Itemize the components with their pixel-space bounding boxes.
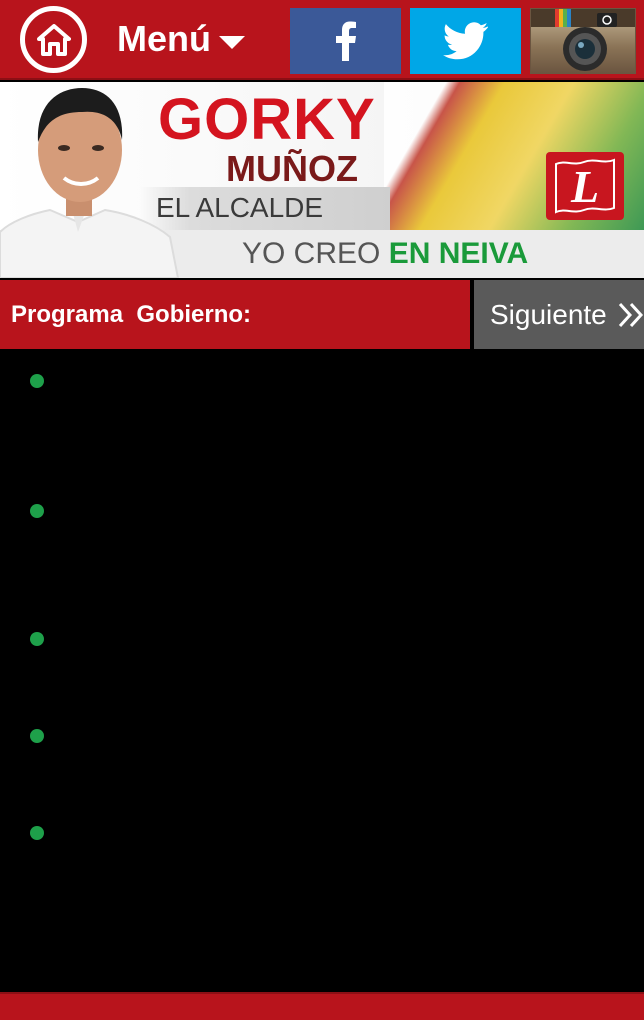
campaign-slogan: YO CREO EN NEIVA [242,237,528,271]
section-title: Programa Gobierno: [0,280,470,349]
menu-label: Menú [117,18,211,59]
home-icon [36,23,71,56]
campaign-banner: GORKY MUÑOZ EL ALCALDE YO CREO EN NEIVA … [0,82,644,278]
list-item-bullet [30,729,44,743]
section-header: Programa Gobierno: Siguiente [0,280,644,349]
twitter-icon [442,22,488,60]
instagram-button[interactable] [530,8,636,74]
caret-down-icon [219,35,245,49]
candidate-first-name: GORKY [158,87,376,152]
twitter-button[interactable] [410,8,521,74]
instagram-icon [531,9,635,71]
next-label: Siguiente [490,298,607,330]
home-button[interactable] [20,6,87,73]
slogan-prefix: YO CREO [242,237,389,270]
candidate-last-name: MUÑOZ [226,148,358,189]
svg-text:L: L [570,161,599,212]
candidate-role: EL ALCALDE [156,192,324,223]
list-item-bullet [30,632,44,646]
next-button[interactable]: Siguiente [474,280,644,349]
footer-bar [0,992,644,1020]
facebook-icon [335,21,356,61]
list-item-bullet [30,504,44,518]
program-list [0,349,644,992]
slogan-highlight: EN NEIVA [388,237,529,270]
menu-dropdown-button[interactable]: Menú [117,14,245,64]
candidate-portrait [0,88,180,278]
facebook-button[interactable] [290,8,401,74]
top-navigation-bar: Menú [0,0,644,80]
double-chevron-right-icon [617,301,644,329]
list-item-bullet [30,826,44,840]
party-logo: L [546,152,624,220]
list-item-bullet [30,374,44,388]
